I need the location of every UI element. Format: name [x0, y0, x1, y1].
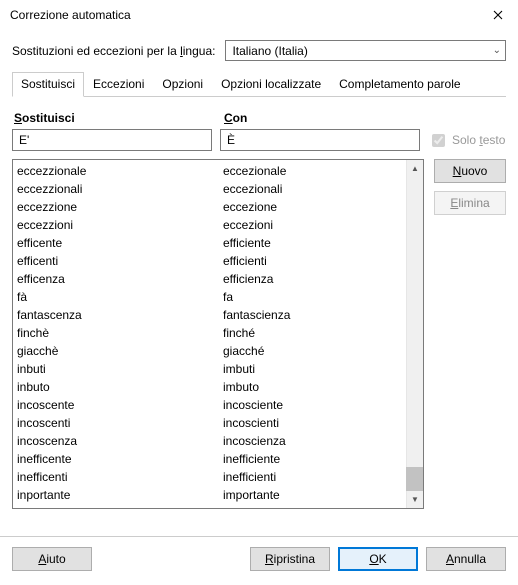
list-item[interactable]: incoscienti — [223, 414, 423, 432]
language-select[interactable]: Italiano (Italia) ⌄ — [225, 40, 506, 61]
scroll-up-icon[interactable]: ▲ — [407, 160, 423, 177]
help-button[interactable]: Aiuto — [12, 547, 92, 571]
list-item[interactable]: inefficenti — [17, 468, 219, 486]
list-item[interactable]: efficienti — [223, 252, 423, 270]
list-item[interactable]: eccezionali — [223, 180, 423, 198]
scroll-down-icon[interactable]: ▼ — [407, 491, 423, 508]
titlebar: Correzione automatica — [0, 0, 518, 30]
list-item[interactable]: finché — [223, 324, 423, 342]
list-item[interactable]: fà — [17, 288, 219, 306]
replacement-list[interactable]: eccezzionaleeccezzionalieccezzioneeccezz… — [12, 159, 424, 509]
list-item[interactable]: imbuto — [223, 378, 423, 396]
list-item[interactable]: giacchè — [17, 342, 219, 360]
scrollbar-thumb[interactable] — [406, 467, 423, 491]
close-icon — [493, 10, 503, 20]
list-item[interactable]: inbuti — [17, 360, 219, 378]
new-button[interactable]: Nuovo — [434, 159, 506, 183]
tab[interactable]: Completamento parole — [330, 72, 469, 97]
language-label: Sostituzioni ed eccezioni per la lingua: — [12, 44, 215, 58]
cancel-button[interactable]: Annulla — [426, 547, 506, 571]
list-item[interactable]: eccezzionale — [17, 162, 219, 180]
list-item[interactable]: eccezzionali — [17, 180, 219, 198]
list-item[interactable]: inefficente — [17, 450, 219, 468]
chevron-down-icon: ⌄ — [493, 45, 501, 56]
list-item[interactable]: incoscienza — [223, 432, 423, 450]
with-input[interactable] — [220, 129, 420, 151]
window-title: Correzione automatica — [10, 8, 478, 22]
tab[interactable]: Opzioni — [153, 72, 212, 97]
tab-bar: SostituisciEccezioniOpzioniOpzioni local… — [12, 71, 506, 97]
list-item[interactable]: inefficienti — [223, 468, 423, 486]
reset-button[interactable]: Ripristina — [250, 547, 330, 571]
text-only-checkbox: Solo testo — [428, 131, 505, 150]
list-item[interactable]: inbuto — [17, 378, 219, 396]
list-item[interactable]: incoscenti — [17, 414, 219, 432]
list-item[interactable]: eccezione — [223, 198, 423, 216]
tab[interactable]: Eccezioni — [84, 72, 153, 97]
column-header-replace: Sostituisci — [12, 111, 222, 125]
ok-button[interactable]: OK — [338, 547, 418, 571]
list-item[interactable]: fantascienza — [223, 306, 423, 324]
list-item[interactable]: giacché — [223, 342, 423, 360]
list-item[interactable]: finchè — [17, 324, 219, 342]
list-item[interactable]: eccezioni — [223, 216, 423, 234]
list-item[interactable]: eccezzioni — [17, 216, 219, 234]
delete-button: Elimina — [434, 191, 506, 215]
list-item[interactable]: eccezzione — [17, 198, 219, 216]
list-item[interactable]: importante — [223, 486, 423, 504]
list-item[interactable]: inportante — [17, 486, 219, 504]
list-item[interactable]: incoscenza — [17, 432, 219, 450]
tab[interactable]: Sostituisci — [12, 72, 84, 97]
close-button[interactable] — [478, 0, 518, 30]
list-item[interactable]: fantascenza — [17, 306, 219, 324]
replace-input[interactable] — [12, 129, 212, 151]
list-item[interactable]: efficienza — [223, 270, 423, 288]
list-item[interactable]: incoscente — [17, 396, 219, 414]
list-item[interactable]: efficenza — [17, 270, 219, 288]
list-item[interactable]: imbuti — [223, 360, 423, 378]
text-only-checkbox-input — [432, 134, 445, 147]
list-item[interactable]: fa — [223, 288, 423, 306]
list-item[interactable]: efficente — [17, 234, 219, 252]
tab[interactable]: Opzioni localizzate — [212, 72, 330, 97]
scrollbar[interactable]: ▲ ▼ — [406, 160, 423, 508]
column-header-with: Con — [222, 111, 506, 125]
list-item[interactable]: eccezionale — [223, 162, 423, 180]
list-item[interactable]: efficenti — [17, 252, 219, 270]
list-item[interactable]: efficiente — [223, 234, 423, 252]
language-value: Italiano (Italia) — [232, 44, 307, 58]
list-item[interactable]: inefficiente — [223, 450, 423, 468]
list-item[interactable]: incosciente — [223, 396, 423, 414]
